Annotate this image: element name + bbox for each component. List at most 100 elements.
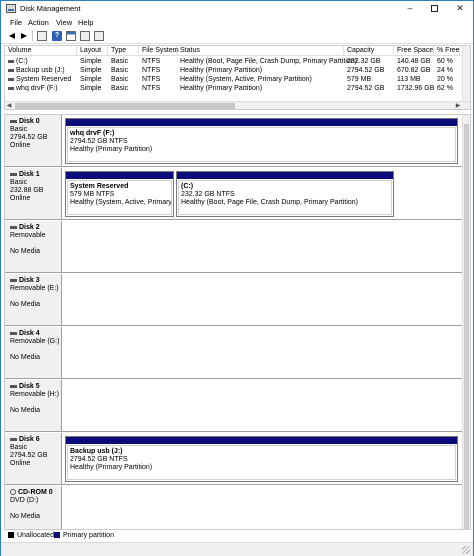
disk-name: Disk 1 (19, 171, 40, 178)
volume-row[interactable]: (C:) Simple Basic NTFS Healthy (Boot, Pa… (5, 57, 460, 66)
volume-capacity: 579 MB (347, 76, 372, 83)
scroll-left-icon[interactable]: ◀ (5, 102, 13, 109)
disk-icon (10, 172, 17, 176)
disk-label[interactable]: Disk 4 Removable (G:) No Media (5, 327, 62, 378)
toolbar-separator (32, 31, 33, 41)
volume-row[interactable]: System Reserved Simple Basic NTFS Health… (5, 75, 460, 84)
status-bar (1, 542, 473, 556)
scrollbar-thumb[interactable] (15, 103, 235, 109)
close-button[interactable]: ✕ (448, 1, 472, 17)
volume-list[interactable]: Volume Layout Type File System Status Ca… (4, 45, 471, 110)
volume-row[interactable]: whq drvF (F:) Simple Basic NTFS Healthy … (5, 84, 460, 93)
disk-state: Online (10, 460, 31, 467)
resize-grip-icon[interactable] (462, 546, 470, 554)
forward-icon[interactable]: ▶ (19, 31, 29, 41)
disk-label[interactable]: Disk 2 Removable No Media (5, 221, 62, 272)
disk-size: 232.88 GB (10, 187, 44, 194)
volume-name: (C:) (16, 58, 28, 65)
primary-partition-stripe (66, 437, 457, 444)
disk-label[interactable]: Disk 0 Basic 2794.52 GB Online (5, 115, 62, 166)
primary-partition-swatch (54, 532, 60, 538)
volume-percent-free: 62 % (437, 85, 453, 92)
disk-management-icon (6, 4, 16, 13)
disk-size: 2794.52 GB (10, 134, 48, 141)
menu-view[interactable]: View (56, 18, 72, 27)
legend-item-primary-partition: Primary partition (54, 532, 114, 539)
column-percent-free[interactable]: % Free (434, 46, 460, 56)
volume-icon (8, 59, 14, 63)
volume-row[interactable]: Backup usb (J:) Simple Basic NTFS Health… (5, 66, 460, 75)
menu-file[interactable]: File (10, 18, 22, 27)
legend-label: Primary partition (63, 532, 114, 539)
partition-name: Backup usb (J:) (70, 448, 123, 455)
volume-type: Basic (111, 76, 129, 83)
disk-icon (10, 331, 17, 335)
volume-file-system: NTFS (142, 76, 161, 83)
column-volume[interactable]: Volume (5, 46, 77, 56)
volume-status: Healthy (Primary Partition) (180, 67, 263, 74)
primary-partition-stripe (66, 119, 457, 126)
partition-block[interactable]: (C:) 232.32 GB NTFS Healthy (Boot, Page … (176, 171, 394, 217)
disk-label[interactable]: Disk 1 Basic 232.88 GB Online (5, 168, 62, 219)
volume-list-vertical-scrollbar[interactable] (462, 46, 470, 103)
disk-name: CD-ROM 0 (18, 489, 53, 496)
partition-block[interactable]: Backup usb (J:) 2794.52 GB NTFS Healthy … (65, 436, 458, 482)
disk-label[interactable]: Disk 3 Removable (E:) No Media (5, 274, 62, 325)
volume-capacity: 232.32 GB (347, 58, 381, 65)
scrollbar-thumb[interactable] (464, 124, 469, 530)
disk-row-4: Disk 4 Removable (G:) No Media (5, 327, 462, 379)
back-icon[interactable]: ◀ (7, 31, 17, 41)
volume-icon (8, 68, 14, 72)
disk-state: Online (10, 142, 31, 149)
disk-icon (10, 119, 17, 123)
console-icon[interactable] (66, 31, 76, 41)
volume-icon (8, 86, 14, 90)
column-type[interactable]: Type (108, 46, 139, 56)
minimize-button[interactable]: – (398, 1, 422, 17)
volume-name: Backup usb (J:) (16, 67, 65, 74)
column-status[interactable]: Status (177, 46, 344, 56)
partition-block[interactable]: System Reserved 579 MB NTFS Healthy (Sys… (65, 171, 174, 217)
menu-action[interactable]: Action (28, 18, 49, 27)
column-file-system[interactable]: File System (139, 46, 179, 56)
help-topics-icon[interactable] (80, 31, 90, 41)
volume-layout: Simple (80, 58, 102, 65)
disk-state: No Media (10, 513, 40, 520)
properties-icon[interactable] (37, 31, 47, 41)
partition-status: Healthy (System, Active, Primary Par (70, 199, 172, 206)
volume-type: Basic (111, 85, 129, 92)
disk-partition-area: Backup usb (J:) 2794.52 GB NTFS Healthy … (63, 433, 460, 484)
disk-view-vertical-scrollbar[interactable] (462, 115, 470, 539)
volume-free-space: 1732.96 GB (397, 85, 435, 92)
help-icon[interactable]: ? (52, 31, 62, 41)
disk-state: No Media (10, 407, 40, 414)
partition-status: Healthy (Primary Partition) (70, 146, 153, 153)
disk-row-1: Disk 1 Basic 232.88 GB Online System Res… (5, 168, 462, 220)
column-capacity[interactable]: Capacity (344, 46, 394, 56)
volume-free-space: 670.82 GB (397, 67, 431, 74)
window-title: Disk Management (20, 4, 81, 13)
volume-status: Healthy (Boot, Page File, Crash Dump, Pr… (180, 58, 358, 65)
column-free-space[interactable]: Free Space (394, 46, 434, 56)
volume-list-horizontal-scrollbar[interactable]: ◀ ▶ (5, 101, 470, 109)
disk-name: Disk 3 (19, 277, 40, 284)
primary-partition-stripe (66, 172, 173, 179)
toolbar: ◀ ▶ ? (1, 29, 473, 44)
disk-label[interactable]: Disk 6 Basic 2794.52 GB Online (5, 433, 62, 484)
disk-type: Removable (10, 232, 46, 239)
volume-percent-free: 24 % (437, 67, 453, 74)
menu-help[interactable]: Help (78, 18, 93, 27)
disk-name: Disk 6 (19, 436, 40, 443)
column-layout[interactable]: Layout (77, 46, 108, 56)
disk-label[interactable]: Disk 5 Removable (H:) No Media (5, 380, 62, 431)
disk-state: Online (10, 195, 31, 202)
volume-free-space: 113 MB (397, 76, 421, 83)
partition-block[interactable]: whq drvF (F:) 2794.52 GB NTFS Healthy (P… (65, 118, 458, 164)
volume-status: Healthy (Primary Partition) (180, 85, 263, 92)
settings-icon[interactable] (94, 31, 104, 41)
volume-icon (8, 77, 14, 81)
maximize-button[interactable] (422, 1, 446, 17)
partition-name: (C:) (181, 183, 194, 190)
volume-name: System Reserved (16, 76, 72, 83)
scroll-right-icon[interactable]: ▶ (454, 102, 462, 109)
